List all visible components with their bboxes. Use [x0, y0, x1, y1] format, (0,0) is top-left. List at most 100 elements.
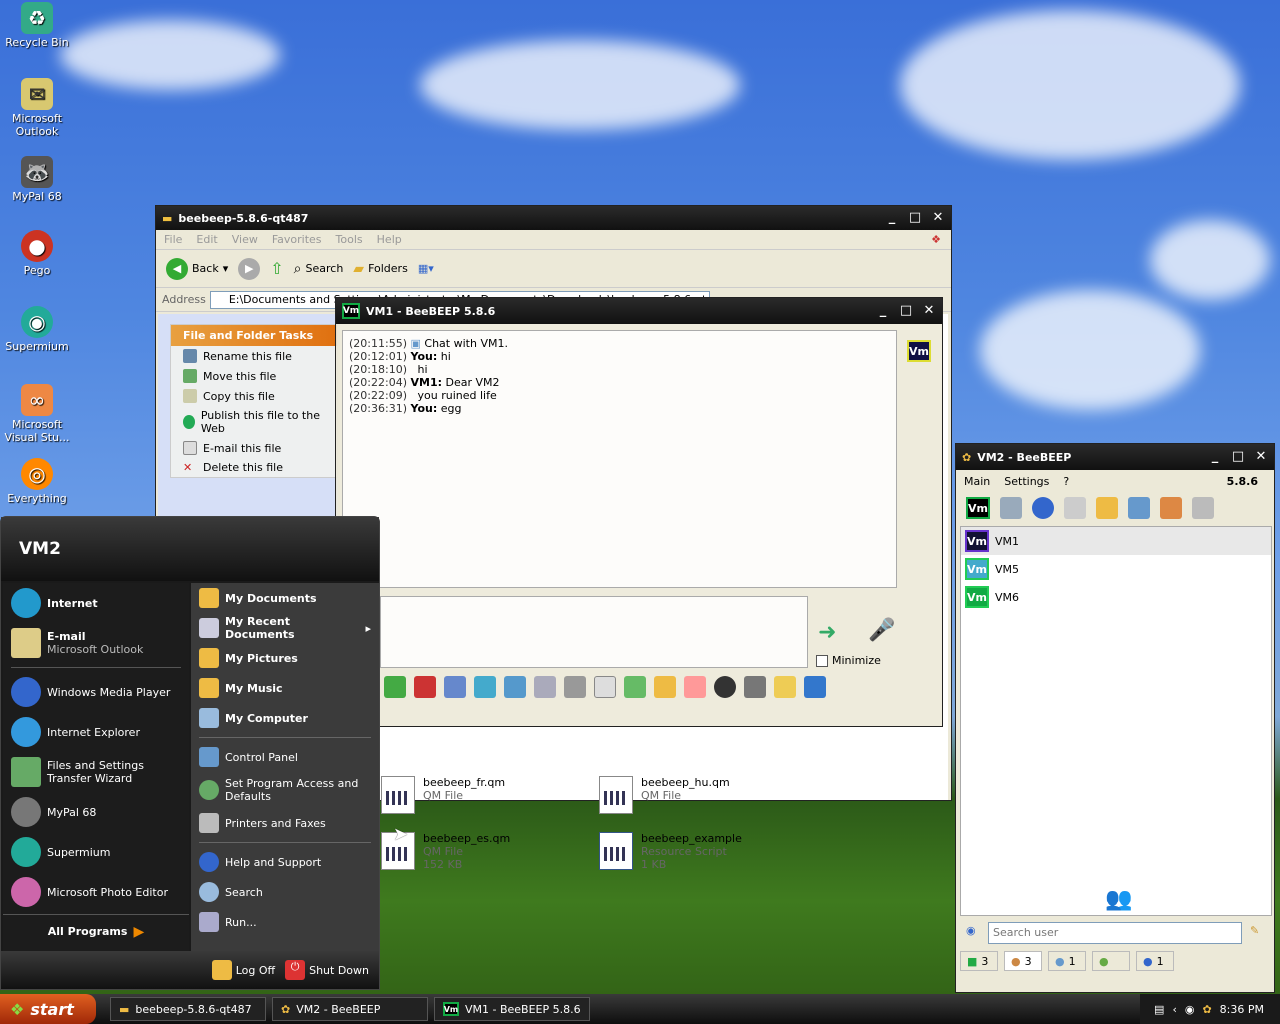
clock[interactable]: 8:36 PM	[1220, 1003, 1264, 1016]
settings-icon[interactable]	[504, 676, 526, 698]
file-item[interactable]: beebeep_hu.qm QM File	[599, 776, 809, 826]
place-recent-documents[interactable]: My Recent Documents ▸	[191, 613, 379, 643]
note-icon[interactable]	[774, 676, 796, 698]
place-my-music[interactable]: My Music	[191, 673, 379, 703]
status-users[interactable]: ● 3	[1004, 951, 1042, 971]
desktop-icon-outlook[interactable]: ✉ Microsoft Outlook	[0, 78, 74, 138]
menu-view[interactable]: View	[232, 233, 258, 246]
network-icon[interactable]	[1032, 497, 1054, 519]
menu-file[interactable]: File	[164, 233, 182, 246]
status-messages[interactable]: ● 1	[1048, 951, 1086, 971]
shutdown-button[interactable]: ⏻ Shut Down	[285, 960, 369, 980]
font-icon[interactable]	[414, 676, 436, 698]
spellcheck-icon[interactable]	[534, 676, 556, 698]
html-icon[interactable]	[684, 676, 706, 698]
back-button[interactable]: ◀ Back ▾	[166, 257, 228, 280]
pinned-internet[interactable]: Internet	[3, 583, 189, 623]
message-icon[interactable]	[1064, 497, 1086, 519]
place-my-documents[interactable]: My Documents	[191, 583, 379, 613]
minimize-button[interactable]: _	[873, 302, 893, 320]
edit-icon[interactable]	[1096, 497, 1118, 519]
program-transfer-wizard[interactable]: Files and Settings Transfer Wizard	[3, 752, 189, 792]
download-icon[interactable]	[384, 676, 406, 698]
logoff-button[interactable]: Log Off	[211, 960, 275, 980]
desktop-icon-visual-studio[interactable]: ∞ Microsoft Visual Stu...	[0, 384, 74, 444]
microphone-icon[interactable]: 🎤	[868, 618, 895, 643]
place-run[interactable]: Run...	[191, 907, 379, 937]
minimize-button[interactable]: _	[882, 209, 902, 227]
desktop-icon-mypal[interactable]: 🦝 MyPal 68	[0, 156, 74, 203]
bee-tray-icon[interactable]: ✿	[1202, 1003, 1211, 1016]
attach-file-icon[interactable]	[594, 676, 616, 698]
maximize-button[interactable]: □	[1228, 448, 1248, 466]
tasks-header[interactable]: File and Folder Tasks	[171, 325, 337, 346]
up-folder-icon[interactable]: ⇧	[270, 259, 283, 278]
user-row[interactable]: Vm VM1	[961, 527, 1271, 555]
views-button[interactable]: ▦▾	[418, 262, 434, 275]
menu-favorites[interactable]: Favorites	[272, 233, 322, 246]
close-button[interactable]: ✕	[928, 209, 948, 227]
user-row[interactable]: Vm VM6	[961, 583, 1271, 611]
task-email[interactable]: E-mail this file	[171, 438, 337, 458]
color-icon[interactable]	[444, 676, 466, 698]
explorer-titlebar[interactable]: ▬ beebeep-5.8.6-qt487 _ □ ✕	[156, 206, 951, 230]
close-button[interactable]: ✕	[1251, 448, 1271, 466]
keyboard-icon[interactable]: ▤	[1154, 1003, 1164, 1016]
taskbar-button-beebeep[interactable]: ✿ VM2 - BeeBEEP	[272, 997, 428, 1021]
folders-button[interactable]: ▰ Folders	[353, 261, 408, 277]
save-icon[interactable]	[804, 676, 826, 698]
place-help[interactable]: Help and Support	[191, 847, 379, 877]
menu-help[interactable]: ?	[1063, 475, 1069, 488]
start-button[interactable]: ❖ start	[0, 994, 96, 1024]
chat-window-vm1[interactable]: Vm VM1 - BeeBEEP 5.8.6 _ □ ✕ (20:11:55) …	[335, 297, 943, 727]
status-chats[interactable]: ■ 3	[960, 951, 998, 971]
profile-icon[interactable]	[1000, 497, 1022, 519]
filter-icon[interactable]	[474, 676, 496, 698]
send-icon[interactable]: ➜	[818, 620, 836, 645]
task-publish[interactable]: Publish this file to the Web	[171, 406, 337, 438]
file-item[interactable]: beebeep_example Resource Script 1 KB	[599, 832, 809, 882]
desktop-icon-supermium[interactable]: ◉ Supermium	[0, 306, 74, 353]
record-icon[interactable]	[714, 676, 736, 698]
maximize-button[interactable]: □	[896, 302, 916, 320]
clear-search-icon[interactable]: ✎	[1250, 924, 1259, 937]
minimize-checkbox[interactable]	[816, 654, 828, 667]
program-media-player[interactable]: Windows Media Player	[3, 672, 189, 712]
forward-button[interactable]: ▶	[238, 257, 261, 280]
pinned-email[interactable]: E-mail Microsoft Outlook	[3, 623, 189, 663]
tray-collapse-icon[interactable]: ‹	[1172, 1003, 1176, 1016]
close-button[interactable]: ✕	[919, 302, 939, 320]
trash-icon[interactable]	[1192, 497, 1214, 519]
beebeep-main-window[interactable]: ✿ VM2 - BeeBEEP _ □ ✕ Main Settings ? 5.…	[955, 443, 1275, 993]
menu-edit[interactable]: Edit	[196, 233, 217, 246]
task-delete[interactable]: ✕ Delete this file	[171, 458, 337, 477]
chat-titlebar[interactable]: Vm VM1 - BeeBEEP 5.8.6 _ □ ✕	[336, 298, 942, 324]
task-copy[interactable]: Copy this file	[171, 386, 337, 406]
tools-icon[interactable]	[1128, 497, 1150, 519]
user-row[interactable]: Vm VM5	[961, 555, 1271, 583]
program-photo-editor[interactable]: Microsoft Photo Editor	[3, 872, 189, 912]
menu-settings[interactable]: Settings	[1004, 475, 1049, 488]
desktop-icon-recycle-bin[interactable]: ♻ Recycle Bin	[0, 2, 74, 49]
all-programs-button[interactable]: All Programs ▶	[3, 914, 189, 948]
task-move[interactable]: Move this file	[171, 366, 337, 386]
maximize-button[interactable]: □	[905, 209, 925, 227]
my-status-button[interactable]: Vm	[966, 497, 990, 519]
send-file-icon[interactable]	[624, 676, 646, 698]
place-control-panel[interactable]: Control Panel	[191, 742, 379, 772]
search-user-input[interactable]: Search user	[988, 922, 1242, 944]
place-search[interactable]: Search	[191, 877, 379, 907]
place-my-computer[interactable]: My Computer	[191, 703, 379, 733]
status-files[interactable]: ● 1	[1136, 951, 1174, 971]
taskbar-button-chat[interactable]: Vm VM1 - BeeBEEP 5.8.6	[434, 997, 590, 1021]
file-item[interactable]: beebeep_es.qm QM File 152 KB	[381, 832, 591, 882]
menu-tools[interactable]: Tools	[336, 233, 363, 246]
taskbar-button-explorer[interactable]: ▬ beebeep-5.8.6-qt487	[110, 997, 266, 1021]
network-tray-icon[interactable]: ◉	[1185, 1003, 1195, 1016]
program-ie[interactable]: Internet Explorer	[3, 712, 189, 752]
menu-help[interactable]: Help	[377, 233, 402, 246]
desktop-icon-pego[interactable]: ● Pego	[0, 230, 74, 277]
minimize-checkbox-row[interactable]: Minimize	[816, 654, 881, 667]
file-item[interactable]: beebeep_fr.qm QM File	[381, 776, 591, 826]
program-mypal[interactable]: MyPal 68	[3, 792, 189, 832]
